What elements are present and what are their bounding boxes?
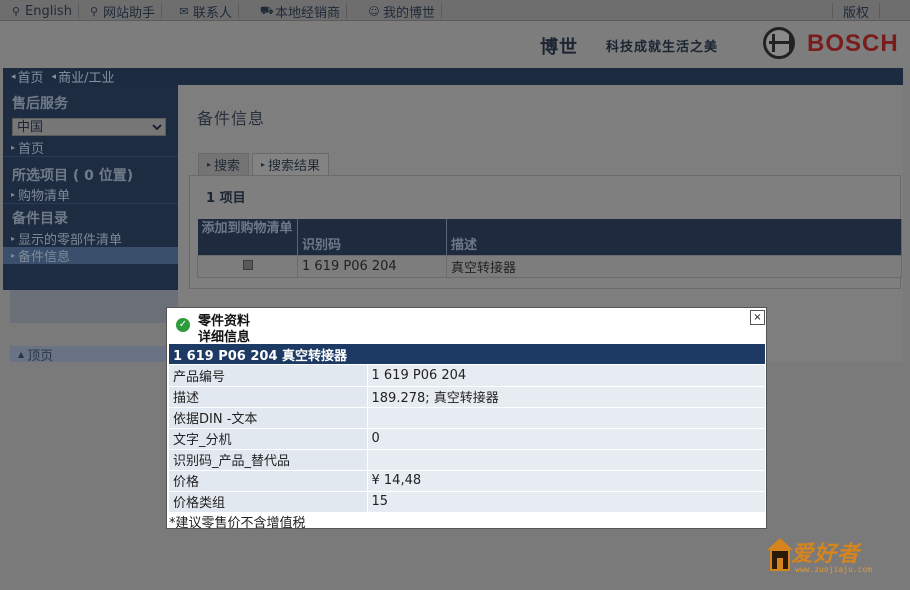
copyright-link[interactable]: 版权 bbox=[832, 3, 881, 21]
brand-name-cn: 博世 bbox=[540, 37, 578, 58]
bosch-logo-icon[interactable] bbox=[763, 27, 795, 59]
dealer-link[interactable]: ⛟ 本地经销商 bbox=[254, 3, 348, 21]
chevron-left-icon: ◂ bbox=[11, 71, 16, 82]
sidebar: 售后服务 中国 ▸ 首页 所选项目 ( 0 位置) ▸ 购物清单 备件目录 ▸ 显示的… bbox=[3, 85, 178, 290]
chevron-right-icon: ▸ bbox=[261, 160, 266, 169]
chevron-right-icon: ▸ bbox=[11, 234, 16, 243]
pin-icon: ⚲ bbox=[11, 4, 21, 18]
dialog-subtitle: 详细信息 bbox=[198, 330, 251, 345]
part-detail-dialog: ✓ 零件资料 详细信息 × 1 619 P06 204 真空转接器 产品编号 1 … bbox=[166, 307, 767, 531]
close-icon[interactable]: × bbox=[750, 310, 765, 325]
detail-value: ¥ 14,48 bbox=[367, 470, 765, 492]
tab-search[interactable]: ▸ 搜索 bbox=[198, 153, 250, 175]
part-id-cell[interactable]: 1 619 P06 204 bbox=[297, 254, 447, 278]
detail-value: 189.278; 真空转接器 bbox=[367, 386, 765, 408]
detail-label: 价格 bbox=[169, 470, 368, 492]
detail-label: 产品编号 bbox=[169, 365, 368, 387]
cart-icon[interactable] bbox=[242, 259, 253, 270]
detail-label: 价格类组 bbox=[169, 491, 368, 513]
detail-value bbox=[367, 407, 765, 429]
col-header-id: 识别码 bbox=[297, 219, 447, 255]
chevron-right-icon: ▸ bbox=[11, 189, 16, 199]
chevron-left-icon: ◂ bbox=[51, 71, 57, 82]
service-title: 售后服务 bbox=[12, 96, 68, 112]
table-row: 价格类组 15 bbox=[169, 491, 765, 513]
col-header-description: 描述 bbox=[446, 219, 902, 255]
watermark-url: www.zuojiaju.com bbox=[795, 565, 873, 574]
detail-label: 文字_分机 bbox=[169, 428, 368, 450]
sidebar-item-show-parts-list[interactable]: ▸ 显示的零部件清单 bbox=[3, 230, 178, 248]
brand-header: 博世 科技成就生活之美 BOSCH bbox=[0, 21, 910, 68]
result-count: 1 项目 bbox=[206, 191, 246, 206]
english-link[interactable]: ⚲ English bbox=[4, 3, 79, 19]
chevron-right-icon: ▸ bbox=[207, 160, 212, 169]
chevron-up-icon: ▲ bbox=[18, 349, 25, 359]
check-icon: ✓ bbox=[176, 318, 190, 332]
detail-value bbox=[367, 449, 765, 471]
price-note: *建议零售价不含增值税 bbox=[169, 516, 306, 531]
table-row: 识别码_产品_替代品 bbox=[169, 449, 765, 471]
detail-label: 识别码_产品_替代品 bbox=[169, 449, 368, 471]
tab-bar: ▸ 搜索 ▸ 搜索结果 bbox=[198, 153, 332, 175]
mybosch-link[interactable]: ☺ 我的博世 bbox=[362, 3, 443, 21]
sidebar-item-home[interactable]: ▸ 首页 bbox=[3, 138, 178, 157]
site-watermark: 爱好者 www.zuojiaju.com bbox=[765, 534, 901, 578]
search-icon: ⚲ bbox=[89, 4, 99, 18]
chevron-right-icon: ▸ bbox=[11, 251, 16, 260]
selected-items-title: 所选项目 ( 0 位置) bbox=[12, 168, 134, 184]
country-select[interactable]: 中国 bbox=[12, 118, 166, 136]
detail-value: 1 619 P06 204 bbox=[367, 365, 765, 387]
cart-icon: ⛟ bbox=[260, 3, 274, 17]
catalog-title: 备件目录 bbox=[12, 211, 68, 227]
sidebar-spacer bbox=[10, 290, 178, 323]
add-to-cart-cell[interactable] bbox=[197, 254, 298, 278]
breadcrumb: ◂ 首页 ◂ 商业/工业 bbox=[3, 67, 903, 86]
dialog-title-bar: 1 619 P06 204 真空转接器 bbox=[169, 344, 765, 364]
sidebar-item-parts-info[interactable]: ▸ 备件信息 bbox=[3, 247, 178, 265]
watermark-text: 爱好者 bbox=[791, 541, 861, 567]
results-table: 添加到购物清单 识别码 描述 1 619 P06 204 真空转接器 bbox=[197, 219, 902, 278]
detail-label: 描述 bbox=[169, 386, 368, 408]
breadcrumb-home[interactable]: ◂ 首页 bbox=[11, 67, 44, 86]
table-row: 文字_分机 0 bbox=[169, 428, 765, 450]
part-desc-cell: 真空转接器 bbox=[446, 254, 902, 278]
breadcrumb-commercial[interactable]: ◂ 商业/工业 bbox=[52, 67, 115, 86]
sidebar-item-shopping-list[interactable]: ▸ 购物清单 bbox=[3, 185, 178, 204]
table-row[interactable]: 1 619 P06 204 真空转接器 bbox=[197, 254, 902, 278]
mail-icon: ✉ bbox=[179, 4, 189, 18]
page-title: 备件信息 bbox=[197, 109, 266, 128]
results-panel: 1 项目 添加到购物清单 识别码 描述 1 619 P06 204 真空转接器 bbox=[189, 175, 902, 289]
table-row: 产品编号 1 619 P06 204 bbox=[169, 365, 765, 387]
top-utility-bar: ⚲ English ⚲ 网站助手 ✉ 联系人 ⛟ 本地经销商 ☺ 我的博世 版权 bbox=[0, 0, 910, 21]
table-row: 价格 ¥ 14,48 bbox=[169, 470, 765, 492]
tab-search-results[interactable]: ▸ 搜索结果 bbox=[252, 153, 330, 175]
detail-label: 依据DIN -文本 bbox=[169, 407, 368, 429]
col-header-add-to-cart: 添加到购物清单 bbox=[197, 219, 298, 255]
chevron-right-icon: ▸ bbox=[11, 142, 16, 152]
back-to-top-link[interactable]: ▲ 顶页 bbox=[10, 346, 178, 364]
detail-table: 产品编号 1 619 P06 204 描述 189.278; 真空转接器 依据DIN… bbox=[169, 365, 765, 513]
assistant-link[interactable]: ⚲ 网站助手 bbox=[82, 3, 163, 21]
table-row: 描述 189.278; 真空转接器 bbox=[169, 386, 765, 408]
dialog-header: ✓ 零件资料 详细信息 × bbox=[167, 308, 766, 345]
table-row: 依据DIN -文本 bbox=[169, 407, 765, 429]
contact-link[interactable]: ✉ 联系人 bbox=[172, 3, 240, 21]
smile-icon: ☺ bbox=[368, 4, 380, 18]
bosch-wordmark[interactable]: BOSCH bbox=[807, 30, 899, 58]
detail-value: 0 bbox=[367, 428, 765, 450]
detail-value: 15 bbox=[367, 491, 765, 513]
brand-slogan: 科技成就生活之美 bbox=[606, 40, 719, 55]
